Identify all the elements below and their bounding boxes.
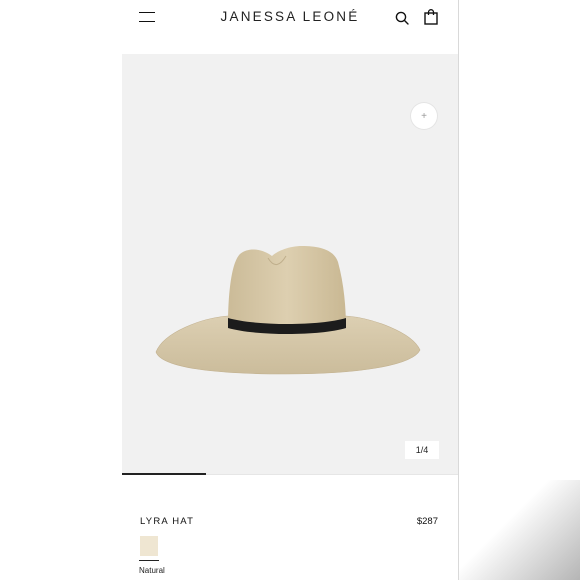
search-icon[interactable] <box>395 11 409 25</box>
outer-frame-shadow <box>459 480 580 580</box>
product-image-hat <box>155 246 421 375</box>
image-counter: 1/4 <box>405 441 439 459</box>
product-name: LYRA HAT <box>140 516 195 527</box>
swatch-selected-indicator <box>139 560 159 561</box>
plus-icon: + <box>421 110 427 122</box>
site-header: JANESSA LEONÉ <box>122 0 458 54</box>
product-price: $287 <box>416 516 438 527</box>
outer-frame-left <box>0 0 122 580</box>
bag-icon[interactable] <box>424 9 438 25</box>
color-label: Natural <box>139 566 165 575</box>
product-page: JANESSA LEONÉ + 1/4 LYRA HAT $287 Natura… <box>122 0 458 580</box>
gallery-progress-fill <box>122 473 206 475</box>
color-swatch-natural[interactable] <box>140 536 158 556</box>
product-image-gallery[interactable]: + 1/4 <box>122 54 458 474</box>
zoom-button[interactable]: + <box>411 103 437 129</box>
